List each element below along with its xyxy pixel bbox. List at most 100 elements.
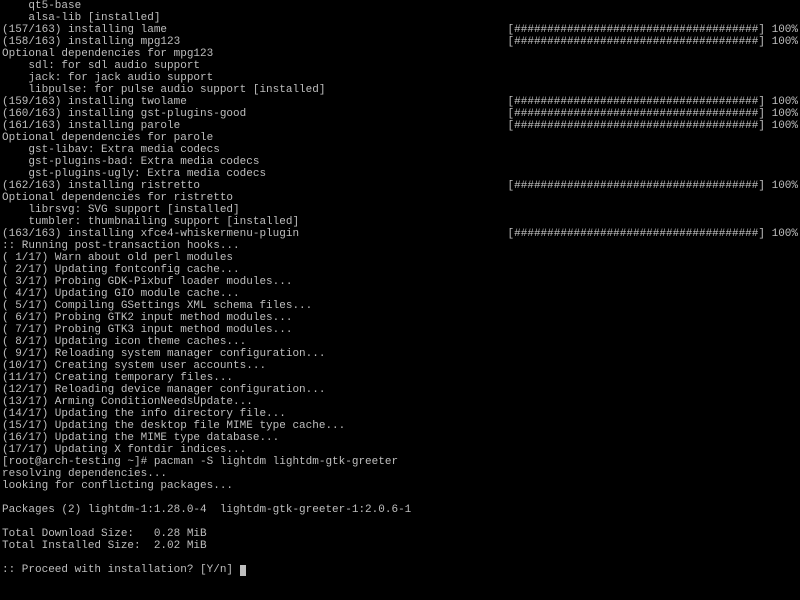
terminal-line: tumbler: thumbnailing support [installed… [2,216,798,228]
line-left: (17/17) Updating X fontdir indices... [2,444,246,456]
terminal-line: ( 3/17) Probing GDK-Pixbuf loader module… [2,276,798,288]
progress-bar: [#####################################] … [508,24,798,36]
line-left: gst-plugins-ugly: Extra media codecs [2,168,266,180]
terminal-line: (13/17) Arming ConditionNeedsUpdate... [2,396,798,408]
line-left: (158/163) installing mpg123 [2,36,180,48]
line-left: [root@arch-testing ~]# pacman -S lightdm… [2,456,398,468]
terminal-line: gst-plugins-ugly: Extra media codecs [2,168,798,180]
terminal-line: ( 6/17) Probing GTK2 input method module… [2,312,798,324]
line-left: ( 8/17) Updating icon theme caches... [2,336,246,348]
line-left: :: Running post-transaction hooks... [2,240,240,252]
terminal-line: :: Proceed with installation? [Y/n] [2,564,798,576]
line-left: ( 5/17) Compiling GSettings XML schema f… [2,300,312,312]
terminal-line: ( 7/17) Probing GTK3 input method module… [2,324,798,336]
line-left: (12/17) Reloading device manager configu… [2,384,325,396]
terminal-line: Optional dependencies for mpg123 [2,48,798,60]
line-left: jack: for jack audio support [2,72,213,84]
terminal-line: (15/17) Updating the desktop file MIME t… [2,420,798,432]
terminal-line: (14/17) Updating the info directory file… [2,408,798,420]
terminal-line: (158/163) installing mpg123 [############… [2,36,798,48]
terminal-line: Optional dependencies for ristretto [2,192,798,204]
line-left: (162/163) installing ristretto [2,180,200,192]
terminal-line: Total Installed Size: 2.02 MiB [2,540,798,552]
line-left: ( 4/17) Updating GIO module cache... [2,288,240,300]
terminal-line: (162/163) installing ristretto [#########… [2,180,798,192]
progress-bar: [#####################################] … [508,180,798,192]
line-left: (160/163) installing gst-plugins-good [2,108,246,120]
line-left: Total Installed Size: 2.02 MiB [2,540,207,552]
terminal-line: [root@arch-testing ~]# pacman -S lightdm… [2,456,798,468]
line-left: looking for conflicting packages... [2,480,233,492]
line-left: (161/163) installing parole [2,120,180,132]
terminal-line: (160/163) installing gst-plugins-good [##… [2,108,798,120]
line-left: (10/17) Creating system user accounts... [2,360,266,372]
line-left: qt5-base [2,0,81,12]
terminal-line [2,492,798,504]
line-left: (16/17) Updating the MIME type database.… [2,432,279,444]
terminal-line: (12/17) Reloading device manager configu… [2,384,798,396]
terminal-line: sdl: for sdl audio support [2,60,798,72]
line-left: :: Proceed with installation? [Y/n] [2,564,246,576]
terminal-line: ( 8/17) Updating icon theme caches... [2,336,798,348]
progress-bar: [#####################################] … [508,108,798,120]
terminal-line: (16/17) Updating the MIME type database.… [2,432,798,444]
terminal-line [2,516,798,528]
line-left: Packages (2) lightdm-1:1.28.0-4 lightdm-… [2,504,411,516]
line-left: ( 2/17) Updating fontconfig cache... [2,264,240,276]
terminal-line: (161/163) installing parole [############… [2,120,798,132]
terminal-line: :: Running post-transaction hooks... [2,240,798,252]
line-left: Optional dependencies for ristretto [2,192,233,204]
terminal-line: ( 4/17) Updating GIO module cache... [2,288,798,300]
line-left: ( 6/17) Probing GTK2 input method module… [2,312,292,324]
terminal-line: (17/17) Updating X fontdir indices... [2,444,798,456]
terminal-line [2,552,798,564]
line-left: Total Download Size: 0.28 MiB [2,528,207,540]
line-left: (157/163) installing lame [2,24,167,36]
terminal-line: (163/163) installing xfce4-whiskermenu-p… [2,228,798,240]
line-left: (15/17) Updating the desktop file MIME t… [2,420,345,432]
line-left: gst-libav: Extra media codecs [2,144,220,156]
line-left: sdl: for sdl audio support [2,60,200,72]
terminal-line: ( 1/17) Warn about old perl modules [2,252,798,264]
line-left: Optional dependencies for mpg123 [2,48,213,60]
terminal-line: ( 2/17) Updating fontconfig cache... [2,264,798,276]
terminal-line: Optional dependencies for parole [2,132,798,144]
line-left: (163/163) installing xfce4-whiskermenu-p… [2,228,299,240]
line-left: gst-plugins-bad: Extra media codecs [2,156,259,168]
line-left: tumbler: thumbnailing support [installed… [2,216,299,228]
line-left: ( 9/17) Reloading system manager configu… [2,348,325,360]
line-left: Optional dependencies for parole [2,132,213,144]
terminal-line: (11/17) Creating temporary files... [2,372,798,384]
line-left: (14/17) Updating the info directory file… [2,408,286,420]
line-left: ( 1/17) Warn about old perl modules [2,252,233,264]
terminal-line: qt5-base [2,0,798,12]
line-left: alsa-lib [installed] [2,12,160,24]
line-left: resolving dependencies... [2,468,167,480]
progress-bar: [#####################################] … [508,96,798,108]
progress-bar: [#####################################] … [508,120,798,132]
line-left: (13/17) Arming ConditionNeedsUpdate... [2,396,253,408]
terminal-line: librsvg: SVG support [installed] [2,204,798,216]
terminal-line: Packages (2) lightdm-1:1.28.0-4 lightdm-… [2,504,798,516]
terminal-line: alsa-lib [installed] [2,12,798,24]
terminal-line: ( 5/17) Compiling GSettings XML schema f… [2,300,798,312]
line-left: ( 7/17) Probing GTK3 input method module… [2,324,292,336]
line-left: librsvg: SVG support [installed] [2,204,240,216]
terminal-line: ( 9/17) Reloading system manager configu… [2,348,798,360]
terminal-output[interactable]: qt5-base alsa-lib [installed](157/163) i… [0,0,800,576]
terminal-line: resolving dependencies... [2,468,798,480]
terminal-line: (157/163) installing lame [##############… [2,24,798,36]
terminal-line: (10/17) Creating system user accounts... [2,360,798,372]
terminal-line: Total Download Size: 0.28 MiB [2,528,798,540]
line-left: (11/17) Creating temporary files... [2,372,233,384]
terminal-line: (159/163) installing twolame[###########… [2,96,798,108]
terminal-line: gst-libav: Extra media codecs [2,144,798,156]
line-left: libpulse: for pulse audio support [insta… [2,84,325,96]
terminal-line: libpulse: for pulse audio support [insta… [2,84,798,96]
terminal-line: gst-plugins-bad: Extra media codecs [2,156,798,168]
line-left: ( 3/17) Probing GDK-Pixbuf loader module… [2,276,292,288]
terminal-line: jack: for jack audio support [2,72,798,84]
progress-bar: [#####################################] … [508,36,798,48]
terminal-line: looking for conflicting packages... [2,480,798,492]
cursor[interactable] [240,565,246,576]
